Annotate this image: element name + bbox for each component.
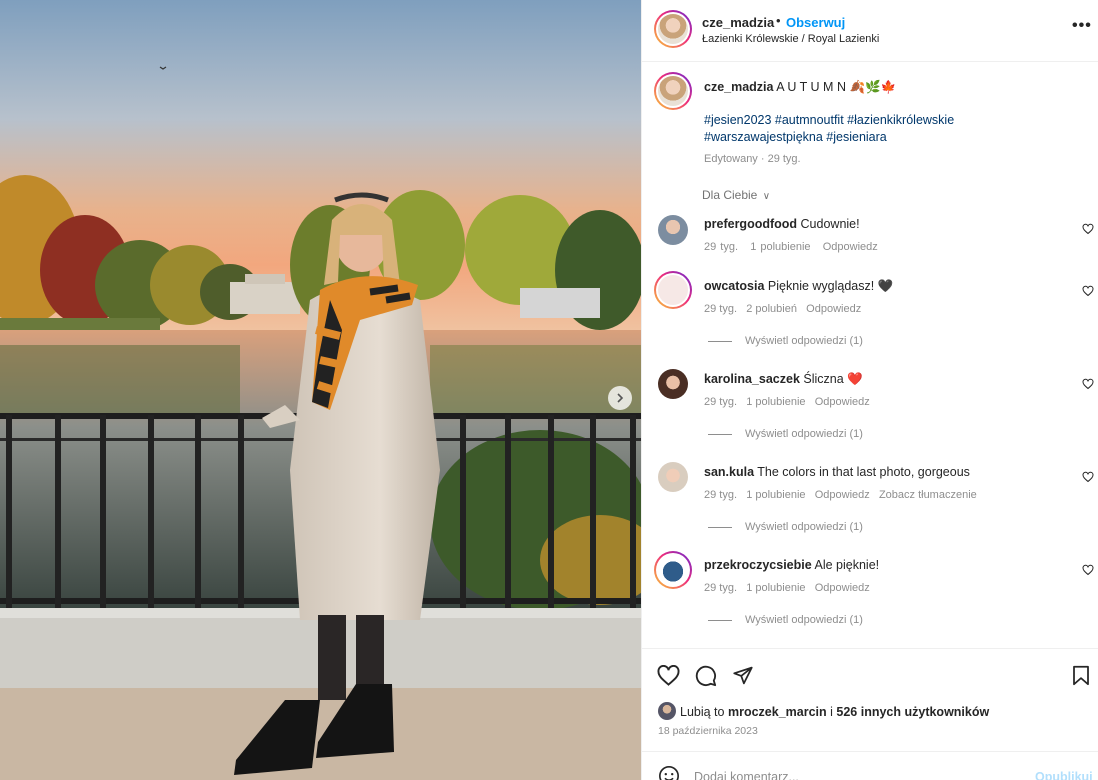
comment-like-heart-icon[interactable] <box>1082 223 1094 235</box>
caption: cze_madzia A U T U M N 🍂🌿🍁 <box>704 79 896 96</box>
chevron-down-icon: ∨ <box>762 191 771 202</box>
view-replies-button[interactable]: Wyświetl odpowiedzi (1) <box>745 614 863 626</box>
comment-bar: Dodaj komentarz... Opublikuj <box>642 751 1098 780</box>
comment-meta: 29 tyg. 1 polubienie Odpowiedz <box>704 582 870 594</box>
reply-button[interactable]: Odpowiedz <box>815 396 870 408</box>
comment-username[interactable]: karolina_saczek <box>704 372 800 386</box>
post-comment-button[interactable]: Opublikuj <box>1035 770 1093 780</box>
comment-text: Pięknie wyglądasz! 🖤 <box>767 279 894 293</box>
more-options-icon[interactable]: ••• <box>1072 17 1092 35</box>
replies-divider <box>708 341 732 342</box>
comment-username[interactable]: prefergoodfood <box>704 217 797 231</box>
heart-icon[interactable] <box>657 665 680 686</box>
caption-username[interactable]: cze_madzia <box>704 80 773 94</box>
follow-button[interactable]: Obserwuj <box>786 15 845 30</box>
comment-text: Cudownie! <box>800 217 860 231</box>
comment-icon[interactable] <box>695 665 717 687</box>
comment-username[interactable]: owcatosia <box>704 279 764 293</box>
comment-body: karolina_saczek Śliczna ❤️ <box>704 371 863 388</box>
translate-button[interactable]: Zobacz tłumaczenie <box>879 489 977 501</box>
comment-likes[interactable]: 1 polubienie <box>750 241 810 253</box>
post-side-panel: cze_madzia • Obserwuj Łazienki Królewski… <box>641 0 1098 780</box>
comment-likes[interactable]: 2 polubień <box>746 303 797 315</box>
share-icon[interactable] <box>732 665 754 686</box>
comment-body: prefergoodfood Cudownie! <box>704 216 860 233</box>
comment-text: Śliczna ❤️ <box>803 372 863 386</box>
comment-time: 29 tyg. <box>704 241 739 253</box>
comment-like-heart-icon[interactable] <box>1082 564 1094 576</box>
header-separator: • <box>776 13 781 28</box>
author-avatar[interactable] <box>654 10 692 48</box>
comment-meta: 29 tyg. 2 polubień Odpowiedz <box>704 303 861 315</box>
comment-like-heart-icon[interactable] <box>1082 471 1094 483</box>
likes-summary[interactable]: Lubią to mroczek_marcin i 526 innych uży… <box>680 705 989 719</box>
replies-divider <box>708 527 732 528</box>
chevron-right-icon <box>617 393 624 403</box>
post-header: cze_madzia • Obserwuj Łazienki Królewski… <box>642 0 1098 62</box>
post-image <box>0 0 641 780</box>
hashtags-line-1[interactable]: #jesien2023 #autmnoutfit #łazienkikrólew… <box>704 112 954 129</box>
comment-time: 29 tyg. <box>704 489 738 501</box>
replies-divider <box>708 434 732 435</box>
comment-meta: 29 tyg. 1 polubienie Odpowiedz <box>704 241 878 253</box>
comment-avatar[interactable] <box>654 271 692 309</box>
post-actions: Lubią to mroczek_marcin i 526 innych uży… <box>642 648 1098 780</box>
comment-like-heart-icon[interactable] <box>1082 285 1094 297</box>
comment-body: owcatosia Pięknie wyglądasz! 🖤 <box>704 278 893 295</box>
comment-filter-dropdown[interactable]: Dla Ciebie ∨ <box>702 188 770 202</box>
comment-username[interactable]: san.kula <box>704 465 754 479</box>
comment-body: przekroczycsiebie Ale pięknie! <box>704 557 879 574</box>
comment-avatar[interactable] <box>658 215 688 245</box>
comment-meta: 29 tyg. 1 polubienie Odpowiedz <box>704 396 870 408</box>
likes-others[interactable]: 526 innych użytkowników <box>836 705 989 719</box>
reply-button[interactable]: Odpowiedz <box>815 489 870 501</box>
comment-input[interactable]: Dodaj komentarz... <box>694 770 799 780</box>
comment-text: Ale pięknie! <box>814 558 880 572</box>
comment-likes[interactable]: 1 polubienie <box>746 582 805 594</box>
comment-likes[interactable]: 1 polubienie <box>746 489 805 501</box>
hashtags-line-2[interactable]: #warszawajestpiękna #jesieniara <box>704 129 887 146</box>
next-photo-button[interactable] <box>608 386 632 410</box>
comment-avatar[interactable] <box>658 369 688 399</box>
author-username[interactable]: cze_madzia <box>702 15 774 30</box>
likes-user[interactable]: mroczek_marcin <box>728 705 827 719</box>
likes-prefix: Lubią to <box>680 705 725 719</box>
liker-avatar[interactable] <box>658 702 676 720</box>
reply-button[interactable]: Odpowiedz <box>823 241 878 253</box>
comment-body: san.kula The colors in that last photo, … <box>704 464 970 481</box>
comment-time: 29 tyg. <box>704 582 738 594</box>
post-location[interactable]: Łazienki Królewskie / Royal Lazienki <box>702 33 879 45</box>
view-replies-button[interactable]: Wyświetl odpowiedzi (1) <box>745 428 863 440</box>
likes-middle: i <box>830 705 833 719</box>
bookmark-icon[interactable] <box>1072 665 1090 686</box>
reply-button[interactable]: Odpowiedz <box>815 582 870 594</box>
comment-filter-label: Dla Ciebie <box>702 188 758 202</box>
edited-meta: Edytowany · 29 tyg. <box>704 153 801 165</box>
emoji-icon[interactable] <box>658 765 680 780</box>
post-photo[interactable] <box>0 0 641 780</box>
comment-meta: 29 tyg. 1 polubienie Odpowiedz Zobacz tł… <box>704 489 977 501</box>
view-replies-button[interactable]: Wyświetl odpowiedzi (1) <box>745 335 863 347</box>
post-date[interactable]: 18 października 2023 <box>658 725 758 737</box>
reply-button[interactable]: Odpowiedz <box>806 303 861 315</box>
caption-avatar[interactable] <box>654 72 692 110</box>
comment-avatar[interactable] <box>654 551 692 589</box>
comment-time: 29 tyg. <box>704 396 738 408</box>
comment-like-heart-icon[interactable] <box>1082 378 1094 390</box>
view-replies-button[interactable]: Wyświetl odpowiedzi (1) <box>745 521 863 533</box>
comment-username[interactable]: przekroczycsiebie <box>704 558 812 572</box>
replies-divider <box>708 620 732 621</box>
comment-likes[interactable]: 1 polubienie <box>746 396 805 408</box>
comment-time: 29 tyg. <box>704 303 738 315</box>
caption-text: A U T U M N 🍂🌿🍁 <box>776 80 897 94</box>
comment-avatar[interactable] <box>658 462 688 492</box>
comment-text: The colors in that last photo, gorgeous <box>757 465 970 479</box>
